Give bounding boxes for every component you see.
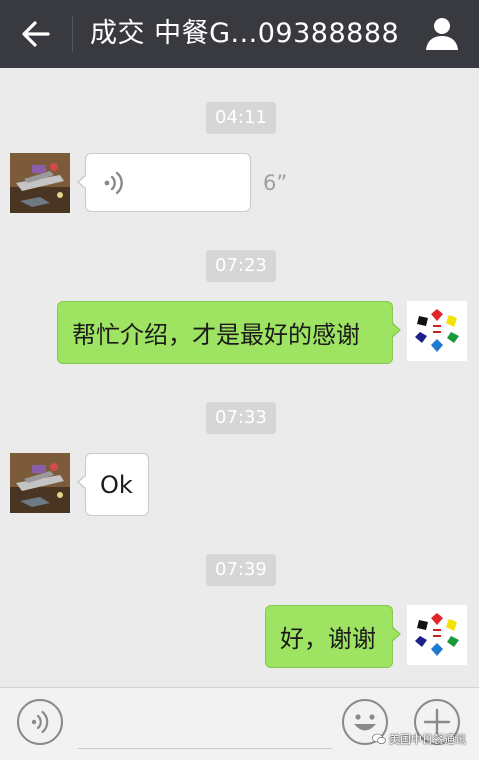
sent-message-bubble[interactable]: 帮忙介绍，才是最好的感谢 [57, 301, 401, 364]
voice-duration: 6” [263, 171, 288, 195]
message-text: Ok [100, 470, 133, 499]
message-text: 帮忙介绍，才是最好的感谢 [72, 321, 360, 349]
voice-wave-icon [17, 699, 63, 745]
watermark: 美国中日餐通讯 [372, 729, 466, 749]
arrow-left-icon [22, 21, 50, 47]
message-timestamp: 07:33 [206, 402, 276, 434]
back-button[interactable] [14, 14, 58, 54]
message-timestamp: 04:11 [206, 102, 276, 134]
contact-avatar[interactable] [10, 453, 70, 513]
message-input[interactable] [78, 690, 332, 749]
voice-wave-icon [104, 171, 123, 195]
wechat-logo-icon [372, 733, 386, 745]
chat-header: 成交 中餐G...09388888 [0, 0, 479, 68]
chat-title: 成交 中餐G...09388888 [90, 18, 400, 49]
sent-message-bubble[interactable]: 好，谢谢 [265, 605, 401, 668]
header-divider [72, 16, 73, 52]
person-icon [426, 18, 458, 50]
message-text: 好，谢谢 [280, 625, 376, 653]
my-avatar[interactable] [407, 605, 467, 665]
chat-info-button[interactable] [420, 14, 464, 54]
message-timestamp: 07:23 [206, 250, 276, 282]
contact-avatar[interactable] [10, 153, 70, 213]
voice-message-bubble[interactable] [77, 153, 251, 212]
message-timestamp: 07:39 [206, 554, 276, 586]
voice-input-button[interactable] [17, 699, 63, 745]
watermark-text: 美国中日餐通讯 [389, 733, 466, 746]
my-avatar[interactable] [407, 301, 467, 361]
received-message-bubble[interactable]: Ok [77, 453, 149, 516]
